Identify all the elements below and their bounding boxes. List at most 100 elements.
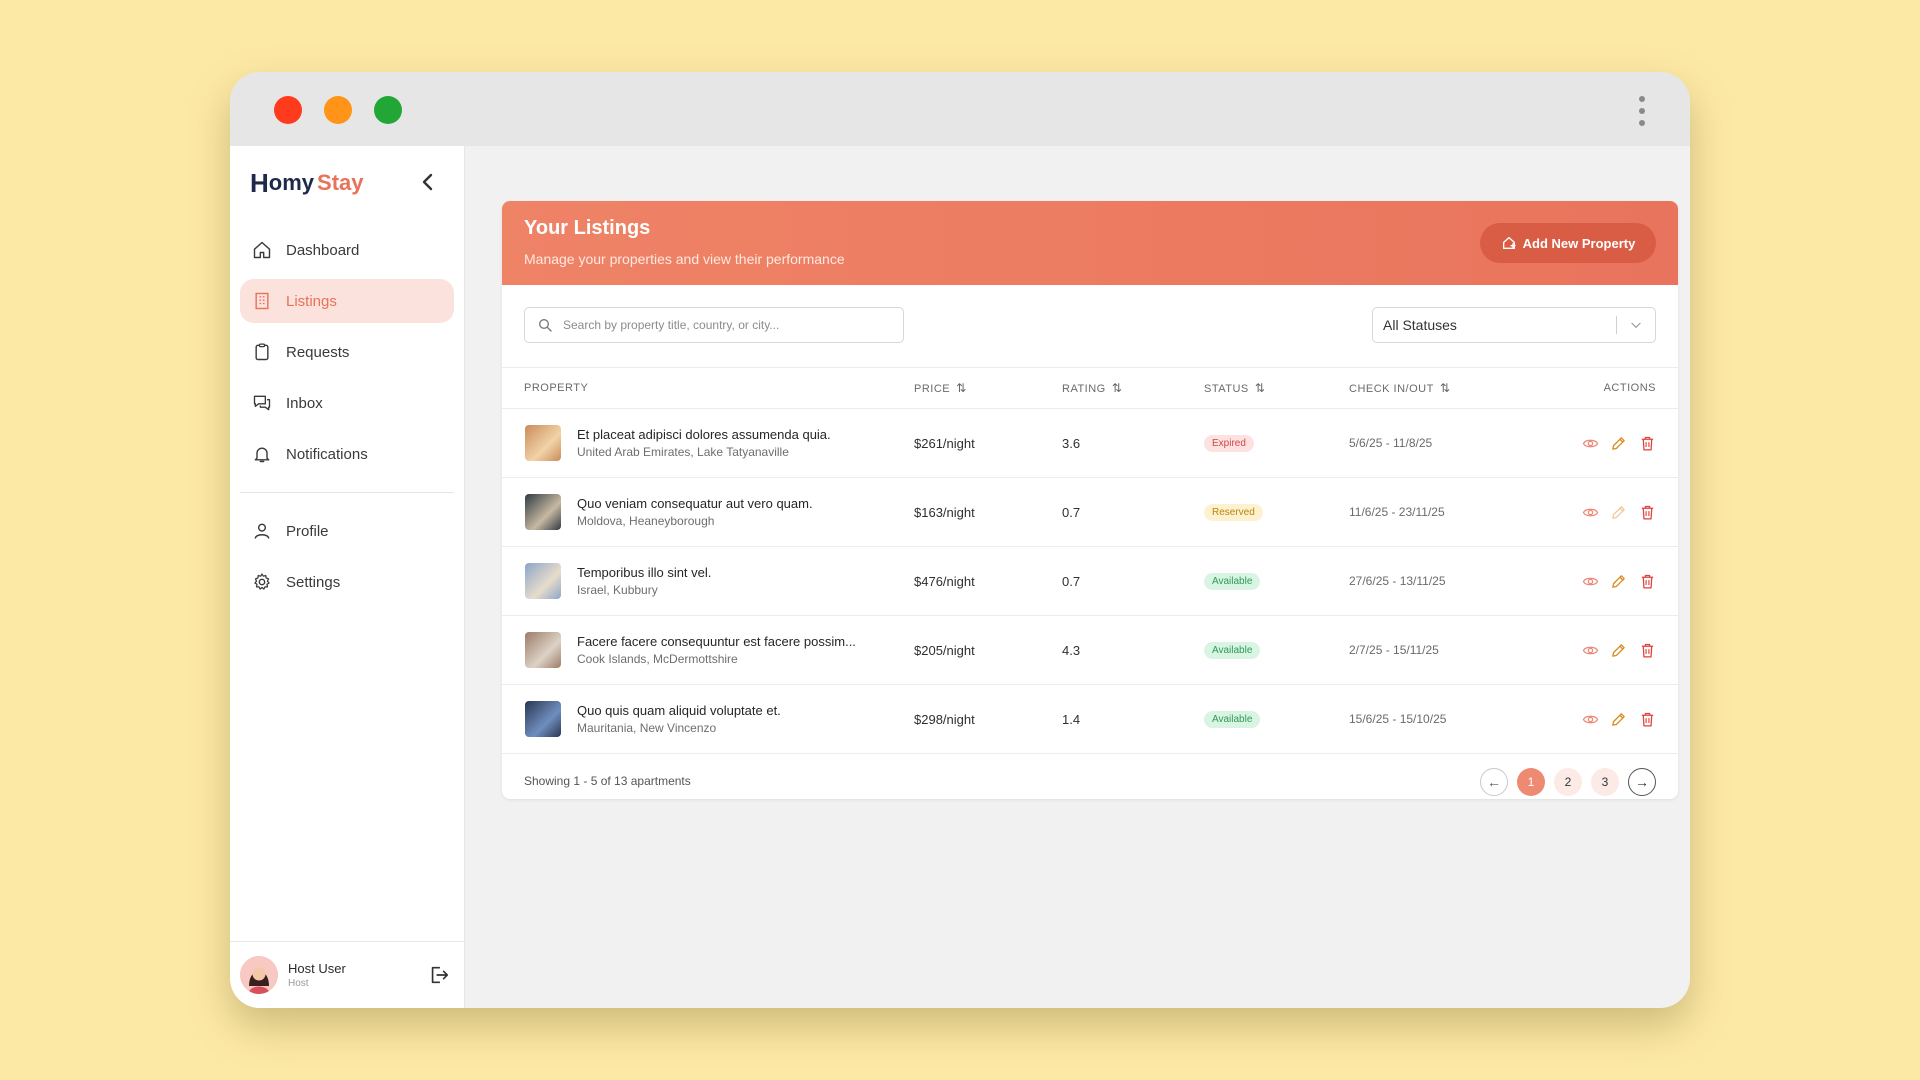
page-button-2[interactable]: 2 <box>1554 768 1582 796</box>
page-button-1[interactable]: 1 <box>1517 768 1545 796</box>
sort-icon[interactable]: ⇅ <box>1440 381 1451 395</box>
property-thumbnail[interactable] <box>525 563 561 599</box>
maximize-window-button[interactable] <box>374 96 402 124</box>
view-icon[interactable] <box>1582 573 1599 590</box>
column-header-status[interactable]: STATUS ⇅ <box>1203 368 1348 409</box>
edit-icon[interactable] <box>1610 435 1627 452</box>
column-header-price[interactable]: PRICE ⇅ <box>913 368 1061 409</box>
property-thumbnail[interactable] <box>525 425 561 461</box>
status-badge: Reserved <box>1204 504 1263 521</box>
sidebar-item-label: Requests <box>286 343 350 361</box>
delete-icon[interactable] <box>1639 504 1656 521</box>
cell-actions <box>1570 684 1678 754</box>
filters-bar: All Statuses <box>502 285 1678 368</box>
status-badge: Available <box>1204 711 1261 728</box>
chevron-down-icon <box>1631 322 1641 329</box>
page-button-3[interactable]: 3 <box>1591 768 1619 796</box>
sort-icon[interactable]: ⇅ <box>1112 381 1123 395</box>
cell-rating: 3.6 <box>1061 408 1203 478</box>
edit-icon[interactable] <box>1610 642 1627 659</box>
cell-property: Facere facere consequuntur est facere po… <box>502 615 913 685</box>
delete-icon[interactable] <box>1639 573 1656 590</box>
property-location: Cook Islands, McDermottshire <box>577 652 738 666</box>
column-header-rating[interactable]: RATING ⇅ <box>1061 368 1203 409</box>
sidebar-item-dashboard[interactable]: Dashboard <box>240 228 454 272</box>
cell-status: Expired <box>1203 408 1348 478</box>
property-thumbnail[interactable] <box>525 494 561 530</box>
table-row[interactable]: Quo quis quam aliquid voluptate et. Maur… <box>502 684 1678 754</box>
more-options-icon[interactable] <box>1638 96 1646 128</box>
minimize-window-button[interactable] <box>324 96 352 124</box>
sidebar-item-label: Listings <box>286 292 337 310</box>
listings-header: Your Listings Manage your properties and… <box>502 201 1678 285</box>
view-icon[interactable] <box>1582 504 1599 521</box>
cell-property: Quo veniam consequatur aut vero quam. Mo… <box>502 477 913 547</box>
view-icon[interactable] <box>1582 435 1599 452</box>
property-location: Moldova, Heaneyborough <box>577 514 715 528</box>
cell-actions <box>1570 408 1678 478</box>
logo-stay: Stay <box>317 170 364 195</box>
home-plus-icon <box>1502 237 1516 249</box>
table-row[interactable]: Quo veniam consequatur aut vero quam. Mo… <box>502 477 1678 547</box>
column-label: ACTIONS <box>1603 382 1656 394</box>
collapse-sidebar-icon[interactable] <box>416 170 440 194</box>
nav-divider <box>240 492 454 493</box>
delete-icon[interactable] <box>1639 642 1656 659</box>
table-header-row: PROPERTY PRICE ⇅ RATING ⇅ STATUS ⇅ CHECK IN… <box>502 368 1678 409</box>
cell-price: $298/night <box>913 684 1061 754</box>
sidebar-item-inbox[interactable]: Inbox <box>240 381 454 425</box>
property-thumbnail[interactable] <box>525 632 561 668</box>
property-title[interactable]: Quo veniam consequatur aut vero quam. <box>577 496 813 511</box>
sidebar-item-notifications[interactable]: Notifications <box>240 432 454 476</box>
table-row[interactable]: Temporibus illo sint vel. Israel, Kubbur… <box>502 546 1678 616</box>
view-icon[interactable] <box>1582 642 1599 659</box>
status-select[interactable]: All Statuses <box>1372 307 1656 343</box>
edit-icon[interactable] <box>1610 573 1627 590</box>
building-icon <box>255 292 269 310</box>
view-icon[interactable] <box>1582 711 1599 728</box>
sidebar-item-profile[interactable]: Profile <box>240 509 454 553</box>
column-label: STATUS <box>1204 383 1249 395</box>
edit-icon[interactable] <box>1610 504 1627 521</box>
property-title[interactable]: Quo quis quam aliquid voluptate et. <box>577 703 781 718</box>
close-window-button[interactable] <box>274 96 302 124</box>
column-label: RATING <box>1062 383 1106 395</box>
search-input[interactable] <box>561 317 885 333</box>
property-location: Israel, Kubbury <box>577 583 658 597</box>
user-role: Host <box>288 978 309 989</box>
logout-icon[interactable] <box>428 964 450 986</box>
sidebar-item-settings[interactable]: Settings <box>240 560 454 604</box>
property-title[interactable]: Temporibus illo sint vel. <box>577 565 711 580</box>
column-header-check-in-out[interactable]: CHECK IN/OUT ⇅ <box>1348 368 1570 409</box>
avatar[interactable] <box>240 956 278 994</box>
add-new-property-button[interactable]: Add New Property <box>1480 223 1656 263</box>
cell-price: $261/night <box>913 408 1061 478</box>
cell-actions <box>1570 615 1678 685</box>
edit-icon[interactable] <box>1610 711 1627 728</box>
sort-icon[interactable]: ⇅ <box>956 381 967 395</box>
property-title[interactable]: Facere facere consequuntur est facere po… <box>577 634 856 649</box>
sidebar-item-requests[interactable]: Requests <box>240 330 454 374</box>
sort-icon[interactable]: ⇅ <box>1255 381 1266 395</box>
sidebar-item-label: Notifications <box>286 445 368 463</box>
cell-rating: 0.7 <box>1061 546 1203 616</box>
cell-property: Temporibus illo sint vel. Israel, Kubbur… <box>502 546 913 616</box>
prev-page-button[interactable]: ← <box>1480 768 1508 796</box>
table-row[interactable]: Et placeat adipisci dolores assumenda qu… <box>502 408 1678 478</box>
table-footer: Showing 1 - 5 of 13 apartments ← 1 2 3 → <box>502 754 1678 799</box>
sidebar-item-label: Settings <box>286 573 341 591</box>
delete-icon[interactable] <box>1639 711 1656 728</box>
property-title[interactable]: Et placeat adipisci dolores assumenda qu… <box>577 427 831 442</box>
table-row[interactable]: Facere facere consequuntur est facere po… <box>502 615 1678 685</box>
sidebar-item-listings[interactable]: Listings <box>240 279 454 323</box>
next-page-button[interactable]: → <box>1628 768 1656 796</box>
property-location: Mauritania, New Vincenzo <box>577 721 717 735</box>
pagination: ← 1 2 3 → <box>1471 768 1656 796</box>
property-thumbnail[interactable] <box>525 701 561 737</box>
delete-icon[interactable] <box>1639 435 1656 452</box>
sidebar-nav: Dashboard Listings Requests Inbox Notifi… <box>240 228 454 611</box>
sidebar-item-label: Inbox <box>286 394 323 412</box>
cell-dates: 2/7/25 - 15/11/25 <box>1348 615 1570 685</box>
app-logo[interactable]: Homy Stay <box>250 166 364 200</box>
user-name: Host User <box>288 961 346 976</box>
